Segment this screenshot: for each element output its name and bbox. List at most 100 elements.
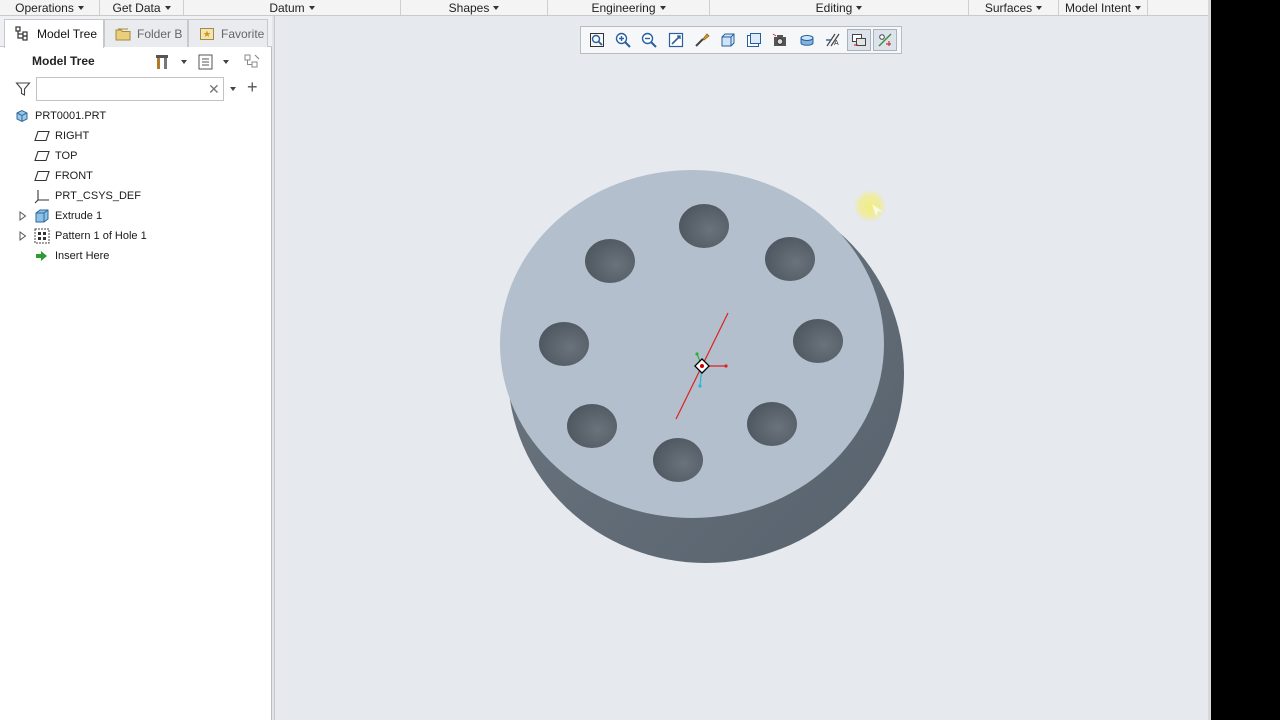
chevron-down-icon[interactable] [230, 87, 236, 91]
datum-plane-icon [34, 128, 50, 144]
tree-node-insert-here[interactable]: Insert Here [34, 246, 109, 266]
display-style-icon[interactable] [690, 29, 714, 51]
hole [747, 402, 797, 446]
navigator-tabs: Model Tree Folder B Favorite [0, 16, 272, 48]
tree-node-right[interactable]: RIGHT [34, 126, 89, 146]
coordinate-system-icon [34, 188, 50, 204]
chevron-down-icon [1036, 6, 1043, 10]
model-tree-header: Model Tree [0, 47, 272, 75]
refit-icon[interactable] [585, 29, 609, 51]
insert-arrow-icon [34, 248, 50, 264]
chevron-down-icon [308, 6, 315, 10]
ribbon-group-label: Surfaces [984, 0, 1033, 15]
model-tree-title: Model Tree [32, 54, 95, 68]
hole [679, 204, 729, 248]
tree-node-label: RIGHT [55, 130, 90, 142]
datum-plane-icon [34, 148, 50, 164]
chevron-down-icon [77, 6, 84, 10]
chevron-down-icon [856, 6, 863, 10]
tab-favorites[interactable]: Favorite [188, 19, 268, 47]
search-field: ✕ [36, 77, 224, 101]
window-border [1208, 0, 1211, 720]
svg-text:A: A [834, 40, 839, 47]
hole [793, 319, 843, 363]
ribbon-group-label: Operations [15, 0, 74, 15]
navigator-panel: Model Tree Folder B Favorite Model Tree [0, 16, 272, 720]
tree-node-front[interactable]: FRONT [34, 166, 93, 186]
tree-node-label: FRONT [55, 170, 93, 182]
search-input[interactable] [39, 80, 199, 98]
tab-label: Model Tree [37, 27, 98, 41]
tab-model-tree[interactable]: Model Tree [4, 19, 104, 48]
show-list-icon[interactable] [197, 53, 215, 71]
view-manager-icon[interactable] [742, 29, 766, 51]
ribbon-group-label: Model Intent [1064, 0, 1132, 15]
tab-folder-browser[interactable]: Folder B [104, 19, 188, 47]
perspective-icon[interactable] [768, 29, 792, 51]
tree-node-label: PRT0001.PRT [35, 110, 107, 122]
zoom-out-icon[interactable] [637, 29, 661, 51]
ribbon-group-datum[interactable]: Datum [184, 0, 401, 15]
tree-node-label: Extrude 1 [55, 210, 103, 222]
ribbon-group-shapes[interactable]: Shapes [401, 0, 548, 15]
filter-icon[interactable] [15, 81, 31, 100]
expand-arrow-icon[interactable] [18, 211, 28, 221]
graphics-area[interactable] [276, 56, 1208, 720]
settings-tools-icon[interactable] [154, 53, 172, 71]
tree-node-extrude[interactable]: Extrude 1 [18, 206, 102, 226]
annotation-display-icon[interactable] [873, 29, 898, 51]
favorites-icon [199, 26, 215, 42]
zoom-in-icon[interactable] [611, 29, 635, 51]
tree-filters-icon[interactable] [243, 53, 261, 71]
ribbon-group-label: Engineering [591, 0, 656, 15]
ribbon-group-operations[interactable]: Operations [0, 0, 100, 15]
tree-node-csys[interactable]: PRT_CSYS_DEF [34, 186, 141, 206]
add-icon[interactable]: + [247, 77, 258, 97]
datum-display-icon[interactable]: A [821, 29, 845, 51]
graphics-toolbar: A [580, 26, 902, 54]
spin-center-icon[interactable] [846, 29, 871, 51]
ribbon-group-editing[interactable]: Editing [710, 0, 969, 15]
tree-node-top[interactable]: TOP [34, 146, 77, 166]
tree-node-label: TOP [55, 150, 78, 162]
tree-node-part[interactable]: PRT0001.PRT [14, 106, 106, 126]
ribbon-group-bar: Operations Get Data Datum Shapes Enginee… [0, 0, 1210, 16]
clear-search-icon[interactable]: ✕ [208, 81, 220, 97]
ribbon-group-engineering[interactable]: Engineering [548, 0, 710, 15]
tab-label: Folder B [137, 26, 183, 41]
tree-node-label: PRT_CSYS_DEF [55, 190, 141, 202]
ribbon-group-label: Get Data [112, 0, 161, 15]
cursor-highlight [854, 190, 886, 222]
tree-node-pattern[interactable]: Pattern 1 of Hole 1 [18, 226, 147, 246]
extrude-icon [34, 208, 50, 224]
tree-search-row: ✕ + [0, 75, 272, 103]
folder-browser-icon [115, 26, 131, 42]
ribbon-group-model-intent[interactable]: Model Intent [1059, 0, 1148, 15]
chevron-down-icon[interactable] [223, 60, 229, 64]
chevron-down-icon [1135, 6, 1142, 10]
chevron-down-icon [493, 6, 500, 10]
part-icon [14, 108, 30, 124]
section-icon[interactable] [795, 29, 819, 51]
app-window: Operations Get Data Datum Shapes Enginee… [0, 0, 1210, 720]
tree-node-label: Insert Here [55, 250, 110, 262]
hole [585, 239, 635, 283]
hole [567, 404, 617, 448]
ribbon-group-label: Shapes [448, 0, 490, 15]
ribbon-group-surfaces[interactable]: Surfaces [969, 0, 1059, 15]
saved-orientations-icon[interactable] [716, 29, 740, 51]
pattern-icon [34, 228, 50, 244]
hole [765, 237, 815, 281]
chevron-down-icon [164, 6, 171, 10]
model-tree-icon [15, 26, 31, 42]
chevron-down-icon [659, 6, 666, 10]
hole [539, 322, 589, 366]
chevron-down-icon[interactable] [181, 60, 187, 64]
repaint-icon[interactable] [664, 29, 688, 51]
ribbon-group-label: Editing [815, 0, 853, 15]
panel-splitter[interactable] [272, 16, 275, 720]
ribbon-group-get-data[interactable]: Get Data [100, 0, 184, 15]
datum-plane-icon [34, 168, 50, 184]
tab-label: Favorite [221, 26, 265, 41]
expand-arrow-icon[interactable] [18, 231, 28, 241]
